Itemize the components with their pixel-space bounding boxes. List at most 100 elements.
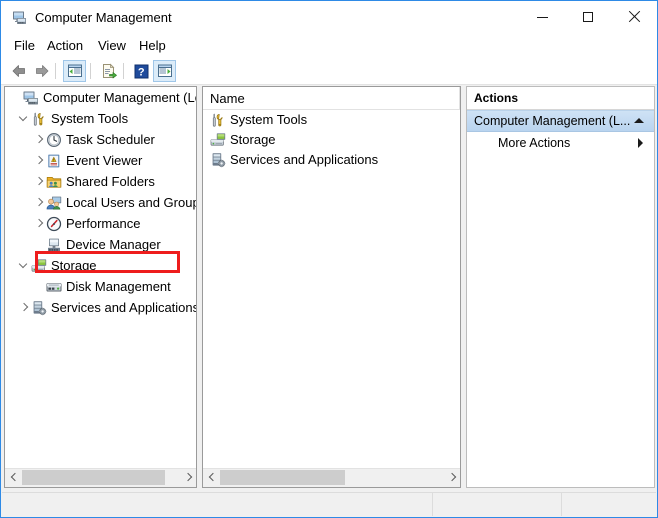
chevron-up-icon: [634, 118, 644, 123]
minimize-button[interactable]: [519, 1, 565, 33]
tree-item-local-users-and-groups[interactable]: Local Users and Groups: [5, 192, 196, 213]
actions-item-more-actions[interactable]: More Actions: [467, 132, 654, 154]
list-column-header: Name: [203, 87, 460, 110]
chevron-right-icon: [19, 303, 28, 312]
tree-item-task-scheduler[interactable]: Task Scheduler: [5, 129, 196, 150]
status-bar-divider-1: [432, 493, 433, 516]
tree-expander-event-viewer[interactable]: [30, 150, 46, 171]
list-item-system-tools[interactable]: System Tools: [203, 110, 460, 130]
tree-item-event-viewer[interactable]: Event Viewer: [5, 150, 196, 171]
tree-item-disk-management[interactable]: Disk Management: [5, 276, 196, 297]
tree-expander-services-and-applications[interactable]: [15, 297, 31, 318]
performance-icon: [46, 216, 62, 231]
show-hide-action-pane-button[interactable]: [153, 60, 176, 82]
toolbar: ?: [1, 57, 657, 85]
computer-management-icon: [23, 91, 38, 104]
column-divider[interactable]: [459, 87, 460, 109]
services-icon: [33, 300, 47, 315]
list-item-label: Services and Applications: [230, 152, 379, 167]
chevron-right-icon: [34, 135, 43, 144]
tree-item-label: Local Users and Groups: [66, 194, 196, 210]
toolbar-separator-1: [55, 63, 56, 79]
tree-expander-local-users-and-groups[interactable]: [30, 192, 46, 213]
tree-expander-storage[interactable]: [15, 255, 31, 276]
title-bar: Computer Management: [1, 1, 657, 34]
actions-pane: Actions Computer Management (L... More A…: [466, 86, 655, 488]
menu-file[interactable]: File: [9, 37, 40, 54]
menu-action[interactable]: Action: [42, 37, 88, 54]
system-tools-icon: [212, 113, 223, 127]
help-button[interactable]: ?: [130, 60, 153, 82]
chevron-right-icon: [184, 474, 191, 481]
tree-item-label: Performance: [66, 215, 141, 231]
tree-item-shared-folders[interactable]: Shared Folders: [5, 171, 196, 192]
column-header-name[interactable]: Name: [210, 90, 245, 107]
users-icon: [46, 196, 62, 209]
tree-item-label: Task Scheduler: [66, 131, 155, 147]
list-horizontal-scrollbar[interactable]: [203, 468, 460, 487]
tree-horizontal-scrollbar[interactable]: [5, 468, 196, 487]
arrow-left-icon: [12, 65, 25, 77]
tree-item-performance[interactable]: Performance: [5, 213, 196, 234]
status-bar-divider-2: [561, 493, 562, 516]
scroll-left-button[interactable]: [203, 469, 220, 486]
tree-expander-shared-folders[interactable]: [30, 171, 46, 192]
chevron-left-icon: [10, 474, 17, 481]
tree-item-computer-management[interactable]: Computer Management (Local: [5, 87, 196, 108]
chevron-down-icon: [19, 261, 28, 270]
event-viewer-icon: [48, 154, 60, 167]
tree-item-label: Disk Management: [66, 278, 171, 294]
export-list-button[interactable]: [97, 60, 120, 82]
tree-item-label: System Tools: [51, 110, 129, 126]
chevron-right-icon: [448, 474, 455, 481]
scroll-right-button[interactable]: [179, 469, 196, 486]
maximize-button[interactable]: [565, 1, 611, 33]
computer-management-icon: [13, 11, 26, 24]
tree-item-label: Storage: [51, 257, 97, 273]
tree-item-label: Computer Management (Local: [43, 89, 196, 105]
scroll-thumb[interactable]: [22, 470, 165, 485]
list-item-label: System Tools: [230, 112, 308, 127]
show-hide-console-tree-button[interactable]: [63, 60, 86, 82]
tree-item-device-manager[interactable]: Device Manager: [5, 234, 196, 255]
list-item-services-and-applications[interactable]: Services and Applications: [203, 150, 460, 170]
clock-icon: [46, 132, 62, 147]
window-title: Computer Management: [35, 10, 172, 25]
device-manager-icon: [48, 238, 60, 251]
back-button[interactable]: [7, 60, 30, 82]
tree-item-services-and-applications[interactable]: Services and Applications: [5, 297, 196, 318]
tree-expander-placeholder: [7, 87, 23, 108]
actions-group-label: Computer Management (L...: [474, 114, 631, 128]
tree-pane-icon: [67, 64, 82, 77]
menu-bar: File Action View Help: [1, 34, 657, 57]
actions-group-computer-management[interactable]: Computer Management (L...: [467, 110, 654, 132]
storage-icon: [31, 258, 47, 272]
tree-expander-performance[interactable]: [30, 213, 46, 234]
tree-item-label: Shared Folders: [66, 173, 155, 189]
menu-help[interactable]: Help: [134, 37, 171, 54]
close-button[interactable]: [611, 1, 657, 33]
scroll-right-button[interactable]: [443, 469, 460, 486]
forward-button[interactable]: [30, 60, 53, 82]
panes-container: Computer Management (Local System Tools: [1, 85, 657, 492]
toolbar-separator-2: [90, 63, 91, 79]
scroll-thumb[interactable]: [220, 470, 345, 485]
tree-item-storage[interactable]: Storage: [5, 255, 196, 276]
actions-item-label: More Actions: [498, 136, 571, 150]
tree-expander-system-tools[interactable]: [15, 108, 31, 129]
console-tree[interactable]: Computer Management (Local System Tools: [5, 87, 196, 469]
tree-expander-placeholder: [30, 234, 46, 255]
menu-view[interactable]: View: [93, 37, 131, 54]
maximize-icon: [583, 12, 593, 22]
arrow-right-icon: [35, 65, 48, 77]
svg-text:?: ?: [138, 66, 145, 78]
tree-expander-task-scheduler[interactable]: [30, 129, 46, 150]
computer-management-window: Computer Management File Action View Hel…: [0, 0, 658, 518]
result-list-pane: Name System Tools Storage Services and A…: [202, 86, 461, 488]
list-item-storage[interactable]: Storage: [203, 130, 460, 150]
actions-header-label: Actions: [474, 91, 519, 105]
scroll-left-button[interactable]: [5, 469, 22, 486]
chevron-right-icon: [34, 198, 43, 207]
tree-item-system-tools[interactable]: System Tools: [5, 108, 196, 129]
shared-folders-icon: [46, 176, 62, 188]
